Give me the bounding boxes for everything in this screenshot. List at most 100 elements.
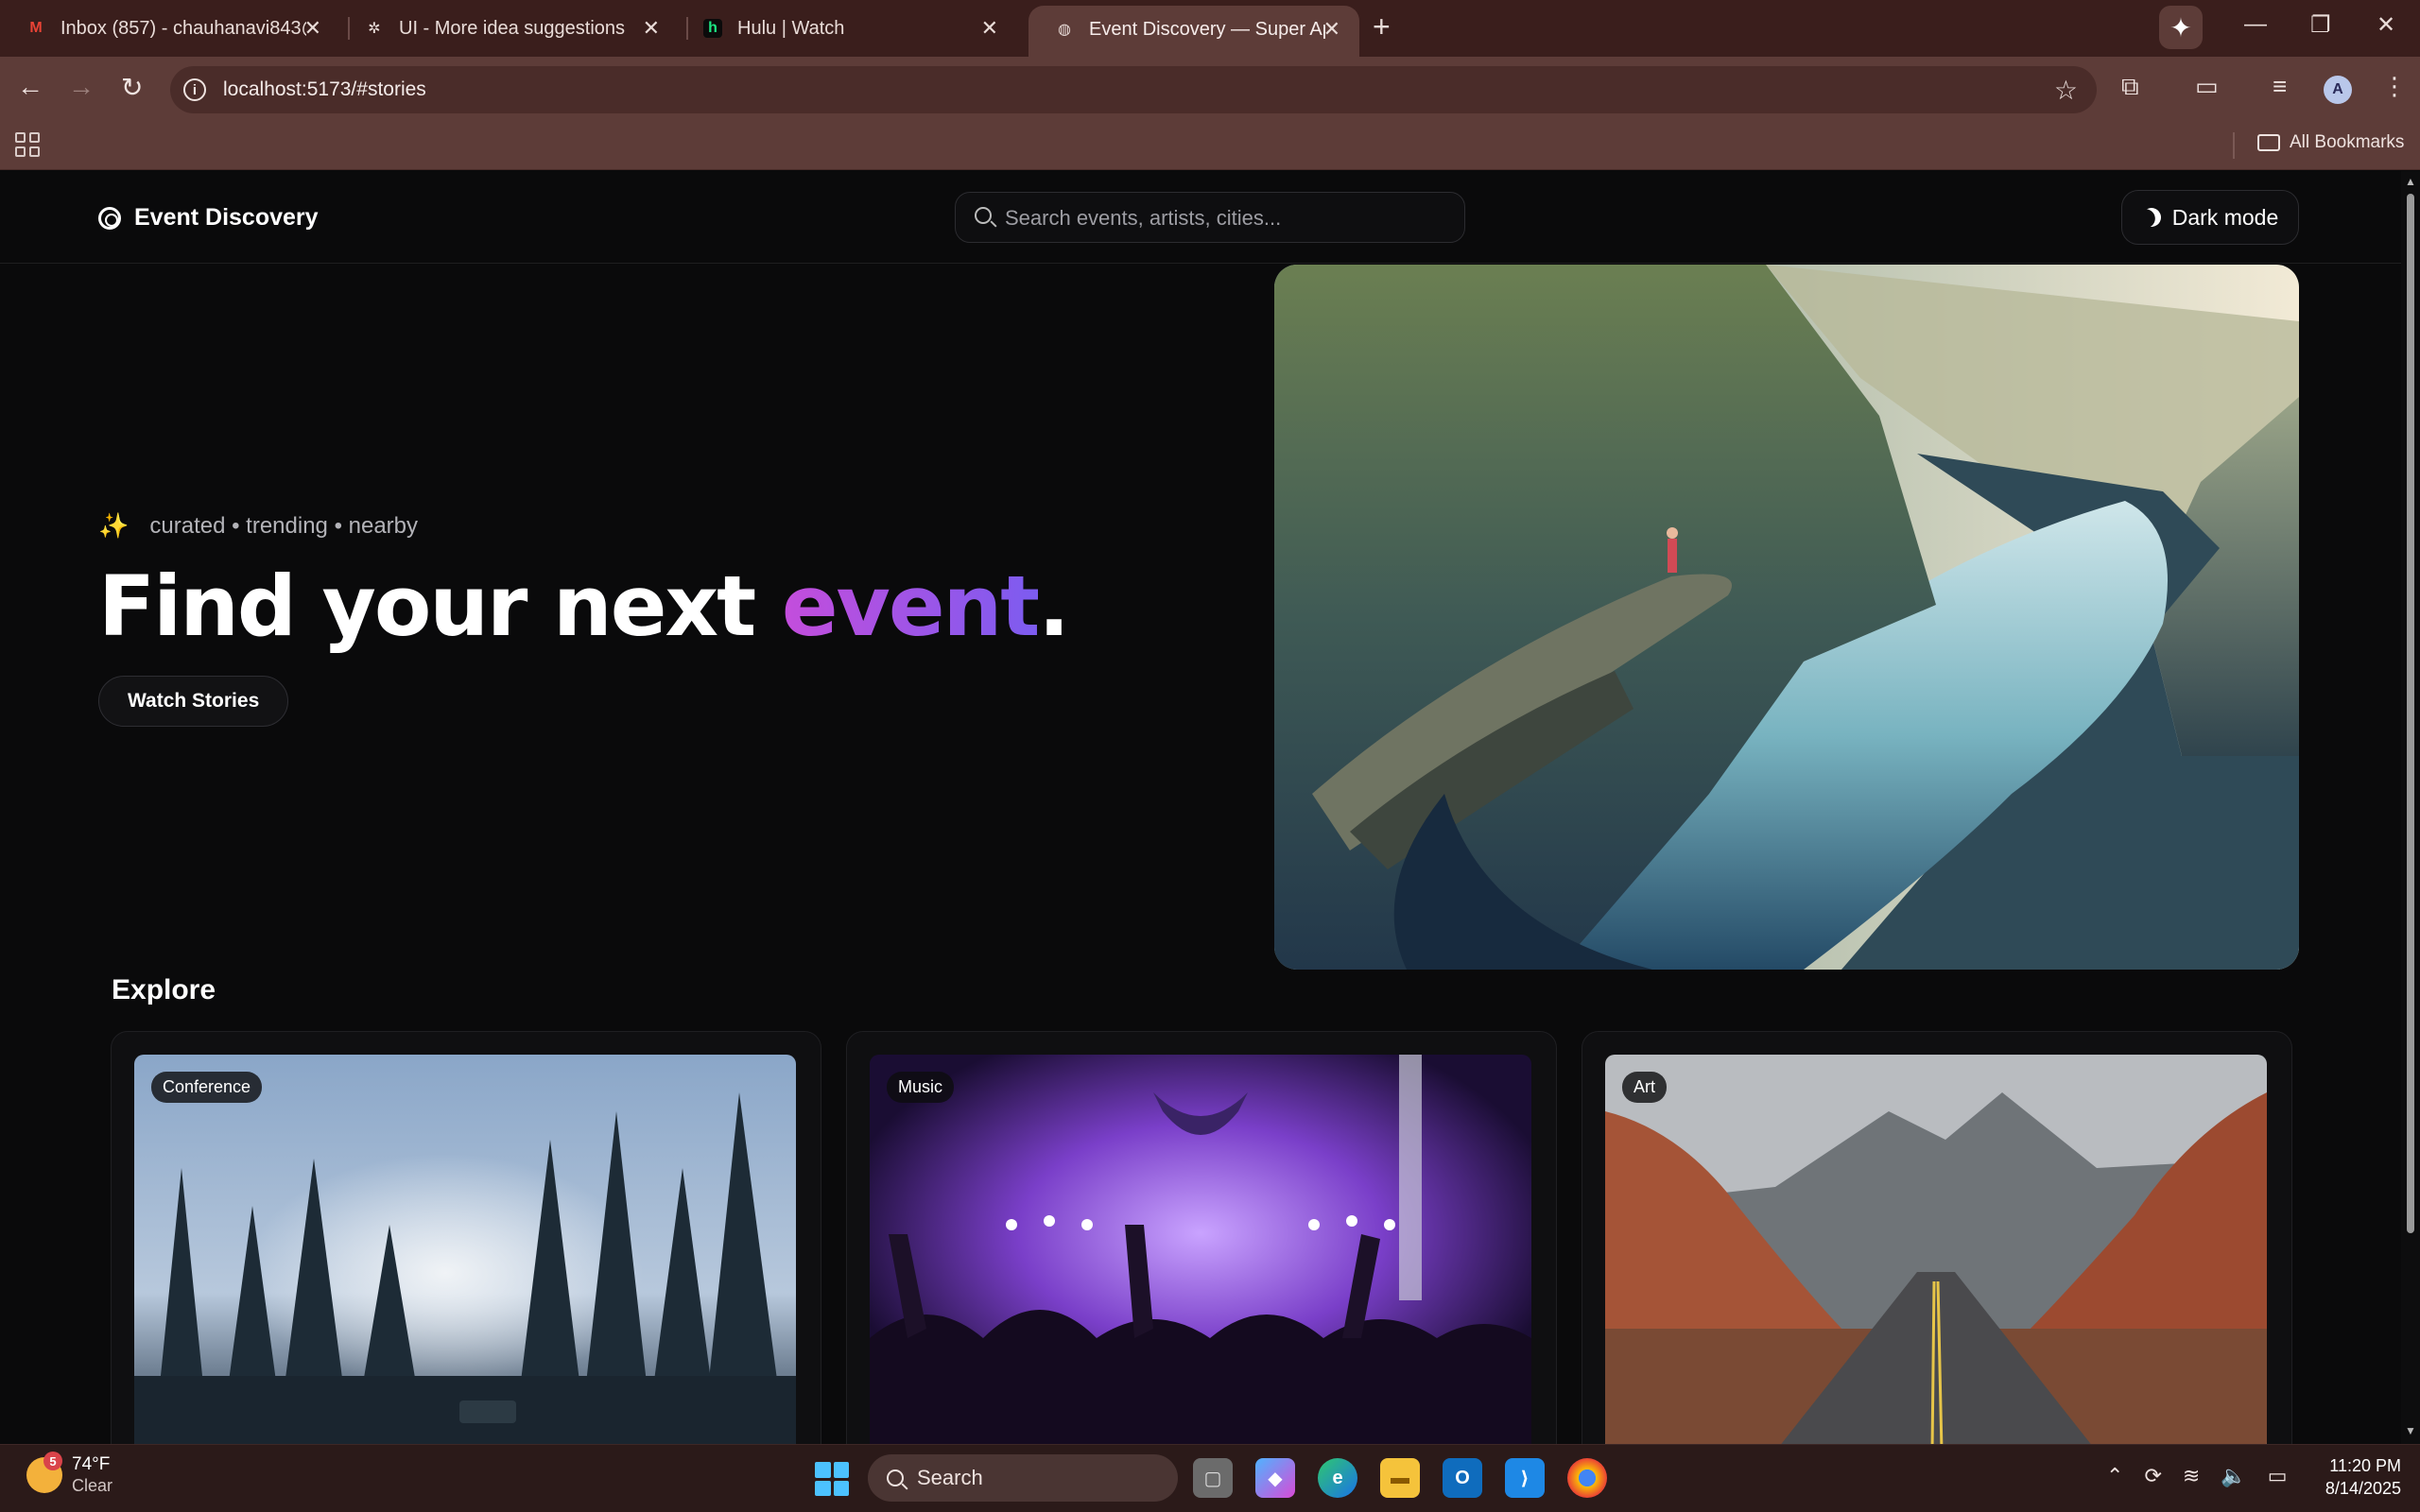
dark-mode-label: Dark mode xyxy=(2171,204,2279,230)
headline-suffix: . xyxy=(1038,558,1069,655)
event-card[interactable]: Music xyxy=(846,1031,1557,1444)
moon-weather-icon: 5 xyxy=(26,1452,62,1493)
search-icon xyxy=(975,207,992,224)
event-search-bar[interactable] xyxy=(955,192,1465,243)
category-badge: Music xyxy=(887,1072,955,1103)
wifi-icon[interactable]: ≋ xyxy=(2183,1464,2200,1488)
concert-crowd-photo xyxy=(870,1055,1531,1444)
scrollbar-thumb[interactable] xyxy=(2407,194,2414,1233)
address-bar[interactable]: i localhost:5173/#stories ☆ xyxy=(170,66,2097,113)
browser-toolbar: ← → ↻ i localhost:5173/#stories ☆ ⧉ ▭ ≡ … xyxy=(0,57,2420,121)
close-tab-icon[interactable]: ✕ xyxy=(304,16,321,41)
hulu-icon: h xyxy=(703,19,722,38)
vscode-icon[interactable]: ⟩ xyxy=(1505,1458,1545,1498)
reload-icon[interactable]: ↻ xyxy=(121,72,143,103)
category-badge: Conference xyxy=(151,1072,263,1103)
system-tray: ⌃ ⟳ ≋ 🔈 ▭ xyxy=(2106,1464,2288,1488)
tab-gmail[interactable]: M Inbox (857) - chauhanavi843@g ✕ xyxy=(0,8,340,49)
close-tab-icon[interactable]: ✕ xyxy=(1323,17,1340,42)
mountain-fjord-cliff-photo xyxy=(1274,265,2299,970)
bookmark-star-icon[interactable]: ☆ xyxy=(2054,75,2078,106)
search-icon xyxy=(887,1469,904,1486)
chatgpt-icon: ✲ xyxy=(368,21,381,37)
weather-condition: Clear xyxy=(72,1476,113,1495)
battery-icon[interactable]: ▭ xyxy=(2268,1464,2288,1488)
copilot-icon[interactable]: ◆ xyxy=(1255,1458,1295,1498)
scroll-up-icon[interactable]: ▲ xyxy=(2405,175,2416,188)
apps-grid-icon[interactable] xyxy=(15,132,40,157)
media-controls-icon[interactable]: ≡ xyxy=(2273,72,2287,101)
chevron-up-icon[interactable]: ⌃ xyxy=(2106,1464,2123,1488)
tab-title: UI - More idea suggestions xyxy=(399,18,626,39)
hero-tagline: ✨ curated • trending • nearby xyxy=(98,511,1068,541)
hero-section: ✨ curated • trending • nearby Find your … xyxy=(98,511,1070,727)
all-bookmarks-label: All Bookmarks xyxy=(2290,132,2405,152)
watch-stories-button[interactable]: Watch Stories xyxy=(98,676,289,727)
minimize-icon[interactable]: — xyxy=(2244,11,2267,38)
close-window-icon[interactable]: ✕ xyxy=(2377,11,2395,39)
event-card[interactable]: Conference xyxy=(111,1031,821,1444)
tab-event-discovery[interactable]: ◍ Event Discovery — Super App ✕ xyxy=(1028,6,1359,57)
extensions-icon[interactable]: ⧉ xyxy=(2121,72,2139,102)
sync-icon[interactable]: ⟳ xyxy=(2144,1464,2161,1488)
site-header: Event Discovery Dark mode xyxy=(0,171,2401,264)
url-text[interactable]: localhost:5173/#stories xyxy=(223,78,426,101)
volume-icon[interactable]: 🔈 xyxy=(2221,1464,2246,1488)
all-bookmarks-button[interactable]: All Bookmarks xyxy=(2257,132,2404,153)
tab-hulu[interactable]: h Hulu | Watch ✕ xyxy=(677,8,1017,49)
event-card-image xyxy=(134,1055,796,1444)
task-view-icon[interactable]: ▢ xyxy=(1193,1458,1233,1498)
weather-widget[interactable]: 5 74°F Clear xyxy=(26,1452,113,1496)
desert-road-canyon-photo xyxy=(1605,1055,2267,1444)
close-tab-icon[interactable]: ✕ xyxy=(981,16,998,41)
clock-time: 11:20 PM xyxy=(2329,1456,2401,1475)
tab-title: Hulu | Watch xyxy=(737,18,845,39)
windows-taskbar: 5 74°F Clear Search ▢ ◆ e ▬ O ⟩ ⌃ ⟳ ≋ 🔈 … xyxy=(0,1444,2420,1512)
clock-date: 8/14/2025 xyxy=(2325,1479,2401,1498)
cast-search-icon[interactable]: ▭ xyxy=(2195,72,2219,101)
restore-window-icon[interactable]: ❐ xyxy=(2310,11,2331,39)
bookmarks-bar: All Bookmarks xyxy=(0,121,2420,170)
globe-icon: ◍ xyxy=(1058,22,1071,38)
page-viewport: Event Discovery Dark mode ✨ curated • tr… xyxy=(0,171,2401,1444)
category-badge: Art xyxy=(1622,1072,1668,1103)
page-scrollbar[interactable]: ▲ ▼ xyxy=(2401,171,2420,1444)
folder-icon xyxy=(2257,134,2280,151)
weather-badge: 5 xyxy=(43,1452,62,1470)
new-tab-button[interactable]: + xyxy=(1373,9,1391,44)
brand-name: Event Discovery xyxy=(134,204,319,231)
windows-start-icon[interactable] xyxy=(815,1462,849,1496)
dark-mode-toggle[interactable]: Dark mode xyxy=(2121,190,2299,245)
sparkles-icon: ✨ xyxy=(98,511,130,540)
back-icon[interactable]: ← xyxy=(17,72,43,102)
headline-prefix: Find your next xyxy=(98,558,782,655)
chrome-icon[interactable] xyxy=(1567,1458,1607,1498)
site-info-icon[interactable]: i xyxy=(183,78,206,101)
event-card[interactable]: Art xyxy=(1582,1031,2292,1444)
close-tab-icon[interactable]: ✕ xyxy=(643,16,660,41)
profile-avatar[interactable]: A xyxy=(2324,76,2352,104)
browser-menu-icon[interactable]: ⋮ xyxy=(2382,72,2407,101)
taskbar-search-label: Search xyxy=(917,1466,983,1489)
bookmarks-separator xyxy=(2233,132,2235,159)
event-card-image xyxy=(1605,1055,2267,1444)
edge-browser-icon[interactable]: e xyxy=(1318,1458,1357,1498)
tab-title: Inbox (857) - chauhanavi843@g xyxy=(60,18,306,39)
file-explorer-icon[interactable]: ▬ xyxy=(1380,1458,1420,1498)
search-input[interactable] xyxy=(1005,202,1449,234)
hero-headline: Find your next event. xyxy=(98,558,1070,655)
moon-icon xyxy=(2138,204,2164,230)
gmail-icon: M xyxy=(29,20,43,36)
forest-sunrise-photo xyxy=(134,1055,796,1444)
outlook-icon[interactable]: O xyxy=(1443,1458,1482,1498)
target-logo-icon xyxy=(98,206,121,230)
scroll-down-icon[interactable]: ▼ xyxy=(2405,1424,2416,1437)
event-card-image xyxy=(870,1055,1531,1444)
tab-chatgpt[interactable]: ✲ UI - More idea suggestions ✕ xyxy=(338,8,679,49)
forward-icon[interactable]: → xyxy=(68,72,95,102)
brand-logo[interactable]: Event Discovery xyxy=(98,204,319,232)
weather-temp: 74°F xyxy=(72,1454,111,1474)
gemini-sparkle-icon[interactable]: ✦ xyxy=(2159,6,2203,49)
taskbar-clock[interactable]: 11:20 PM 8/14/2025 xyxy=(2307,1454,2401,1500)
taskbar-search[interactable]: Search xyxy=(868,1454,1178,1502)
